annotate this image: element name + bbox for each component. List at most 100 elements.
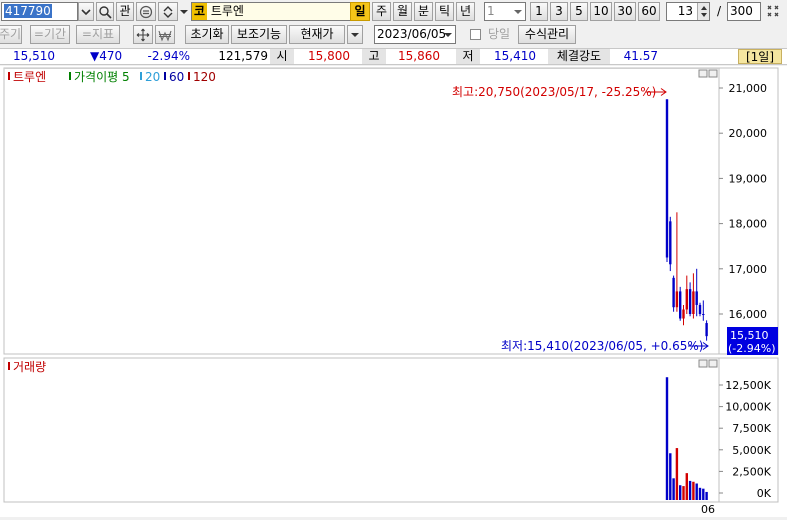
pane-header-bar — [4, 68, 719, 69]
code-dropdown-button[interactable] — [78, 2, 94, 21]
volume-bar — [672, 478, 675, 500]
period-tool-button[interactable]: =기간 — [30, 25, 70, 44]
volume-tick-label: 2,500K — [732, 465, 771, 478]
volume-bar — [705, 491, 708, 500]
current-rate-label: (-2.94%) — [728, 342, 776, 355]
quote-change: ▼470 — [90, 49, 123, 63]
crosshair-button[interactable] — [133, 25, 153, 44]
pane-close-button[interactable] — [708, 69, 718, 78]
legend-volume: 거래량 — [13, 360, 46, 374]
today-label: 당일 — [487, 27, 511, 41]
current-price-badge: 15,510 (-2.94%) — [727, 327, 778, 355]
volume-pane-minimize-button[interactable] — [698, 359, 708, 368]
date-value: 2023/06/05 — [377, 27, 447, 41]
won-icon — [158, 30, 172, 42]
chevron-down-icon — [514, 10, 522, 14]
period-tab-tick[interactable]: 틱 — [435, 2, 454, 21]
volume-bar — [695, 483, 698, 500]
today-checkbox[interactable] — [470, 29, 481, 40]
volume-tick-label: 10,000K — [725, 401, 771, 414]
legend-volume-swatch — [8, 362, 10, 370]
volume-bar — [692, 481, 695, 500]
quick-interval-3[interactable]: 3 — [550, 2, 568, 21]
date-input[interactable]: 2023/06/05 — [374, 25, 456, 44]
legend-name-swatch — [8, 72, 10, 80]
candle-body — [695, 291, 698, 305]
stock-code-input[interactable]: 417790 — [1, 2, 78, 21]
legend-ma120-swatch — [188, 72, 190, 80]
updown-dropdown[interactable] — [179, 2, 189, 21]
quick-interval-60[interactable]: 60 — [638, 2, 660, 21]
period-tab-week[interactable]: 주 — [372, 2, 391, 21]
chevron-down-icon — [180, 10, 188, 14]
gwan-button[interactable]: 관 — [116, 2, 134, 21]
period-tab-minute[interactable]: 분 — [414, 2, 433, 21]
period-tab-day[interactable]: 일 — [350, 2, 370, 21]
legend-disparity-swatch — [69, 72, 71, 80]
candle-body — [679, 291, 682, 319]
stock-code-value: 417790 — [4, 4, 52, 18]
search-icon — [99, 6, 112, 19]
current-price-dropdown[interactable] — [347, 25, 363, 44]
indicator-tool-button[interactable]: =지표 — [76, 25, 120, 44]
volume-bar — [688, 480, 692, 500]
total-value: 300 — [730, 4, 753, 18]
high-label: 고 — [362, 49, 386, 64]
won-button[interactable] — [155, 25, 175, 44]
chevron-down-icon — [351, 33, 359, 37]
stock-name: 트루엔 — [210, 4, 244, 18]
quote-volume: 121,579 — [218, 49, 268, 63]
legend-name: 트루엔 — [13, 70, 46, 84]
quick-interval-30[interactable]: 30 — [614, 2, 636, 21]
high-annotation-text: 최고:20,750(2023/05/17, -25.25%) — [452, 85, 656, 99]
aux-function-button[interactable]: 보조기능 — [231, 25, 287, 44]
legend-ma120: 120 — [193, 70, 216, 84]
current-price-button[interactable]: 현재가 — [289, 25, 345, 44]
candle-body — [692, 291, 695, 314]
count-spinner[interactable] — [697, 3, 709, 20]
volume-bar — [665, 377, 669, 500]
volume-bar — [679, 485, 682, 500]
volume-tick-label: 7,500K — [732, 422, 771, 435]
quote-price: 15,510 — [13, 49, 55, 63]
period-tab-year[interactable]: 년 — [456, 2, 475, 21]
candle-body — [688, 289, 692, 314]
quick-interval-10[interactable]: 10 — [590, 2, 612, 21]
interval-select[interactable]: 1 — [484, 2, 526, 21]
period-badge[interactable]: [1일] — [738, 49, 782, 64]
quote-high: 15,860 — [398, 49, 440, 63]
volume-pane-close-button[interactable] — [708, 359, 718, 368]
price-tick-label: 21,000 — [729, 82, 768, 95]
price-tick-label: 17,000 — [729, 263, 768, 276]
count-slash: / — [716, 4, 722, 18]
legend-disparity: 가격이평 5 — [74, 70, 130, 84]
candle-body — [669, 221, 672, 265]
legend-ma60-swatch — [164, 72, 166, 80]
volume-bar — [682, 486, 685, 500]
price-tick-label: 16,000 — [729, 308, 768, 321]
volume-bar — [702, 488, 705, 500]
crosshair-icon — [136, 28, 150, 42]
formula-manage-button[interactable]: 수식관리 — [518, 25, 576, 44]
up-down-icon — [163, 6, 173, 18]
price-pane — [3, 67, 779, 355]
pane-minimize-button[interactable] — [698, 69, 708, 78]
current-price-label: 15,510 — [730, 329, 769, 342]
candle-body — [685, 289, 688, 310]
low-annotation-text: 최저:15,410(2023/06/05, +0.65%) — [501, 339, 703, 353]
reset-button[interactable]: 초기화 — [185, 25, 229, 44]
quick-interval-1[interactable]: 1 — [530, 2, 548, 21]
link-button[interactable] — [136, 2, 156, 21]
quick-interval-5[interactable]: 5 — [570, 2, 588, 21]
cycle-button[interactable]: 주기 — [0, 25, 22, 44]
grid-button[interactable] — [764, 2, 782, 21]
search-button[interactable] — [96, 2, 114, 21]
up-down-button[interactable] — [158, 2, 178, 21]
spinner-icon — [701, 6, 707, 17]
price-tick-label: 19,000 — [729, 172, 768, 185]
total-input[interactable]: 300 — [727, 2, 761, 21]
stock-name-field[interactable]: 코 트루엔 — [191, 2, 368, 21]
period-tab-month[interactable]: 월 — [393, 2, 412, 21]
volume-tick-label: 12,500K — [725, 379, 771, 392]
secondary-toolbar: 주기 =기간 =지표 초기화 보조기능 현재가 2023/06/05 당일 수식… — [0, 24, 787, 46]
